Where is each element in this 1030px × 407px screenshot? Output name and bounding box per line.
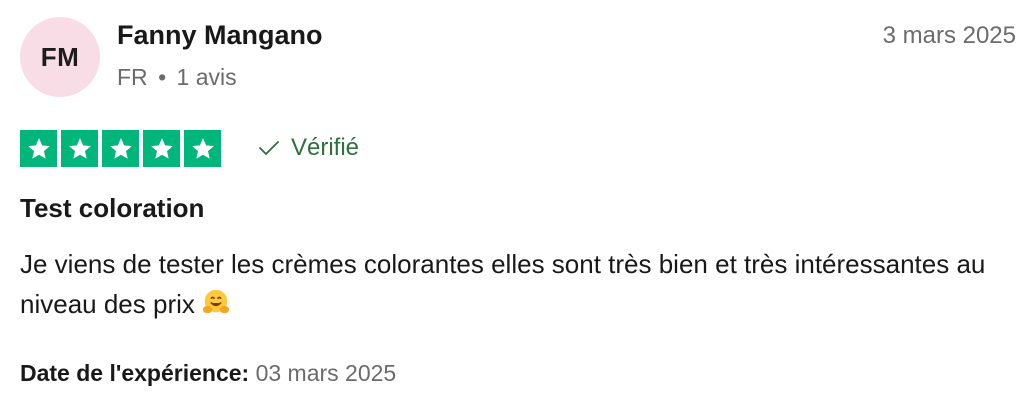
checkmark-icon xyxy=(257,136,281,160)
avatar: FM xyxy=(20,17,100,97)
experience-value: 03 mars 2025 xyxy=(255,360,397,386)
star-icon xyxy=(61,130,98,167)
experience-date: Date de l'expérience: 03 mars 2025 xyxy=(20,360,396,387)
reviewer-name[interactable]: Fanny Mangano xyxy=(117,20,323,51)
avatar-initials: FM xyxy=(40,41,80,72)
star-rating xyxy=(20,130,221,167)
star-icon xyxy=(20,130,57,167)
review-date: 3 mars 2025 xyxy=(882,22,1016,49)
review-title: Test coloration xyxy=(20,193,205,223)
reviewer-review-count: 1 avis xyxy=(176,64,237,90)
experience-label: Date de l'expérience: xyxy=(20,360,250,386)
verified-label: Vérifié xyxy=(291,134,360,161)
review-card: FM Fanny Mangano FR • 1 avis 3 mars 2025… xyxy=(0,0,1030,407)
reviewer-country: FR xyxy=(117,64,148,90)
star-icon xyxy=(102,130,139,167)
review-text: Je viens de tester les crèmes colorantes… xyxy=(20,249,986,319)
verified-badge[interactable]: Vérifié xyxy=(257,134,359,162)
star-icon xyxy=(143,130,180,167)
review-body: Je viens de tester les crèmes colorantes… xyxy=(20,244,1010,324)
meta-separator: • xyxy=(158,64,167,90)
star-icon xyxy=(184,130,221,167)
hugging-face-icon xyxy=(201,287,231,317)
reviewer-meta: FR • 1 avis xyxy=(117,64,237,91)
